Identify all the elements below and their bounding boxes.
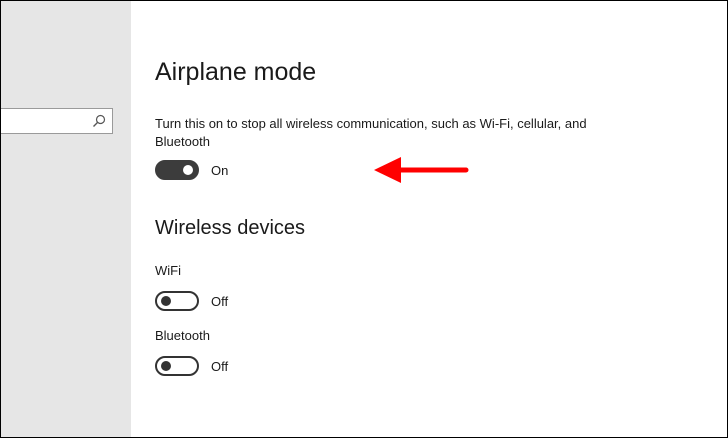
airplane-mode-title: Airplane mode <box>155 58 317 86</box>
sidebar <box>1 1 131 437</box>
wifi-toggle-row: Off <box>155 291 228 311</box>
search-input[interactable] <box>1 108 113 134</box>
bluetooth-toggle[interactable] <box>155 356 199 376</box>
airplane-mode-description: Turn this on to stop all wireless commun… <box>155 116 587 149</box>
bluetooth-toggle-state: Off <box>211 358 229 374</box>
airplane-mode-toggle-state: On <box>211 162 229 178</box>
airplane-mode-toggle-row: On <box>155 160 228 180</box>
red-arrow-icon <box>374 157 469 183</box>
settings-window: Airplane mode Turn this on to stop all w… <box>0 0 728 438</box>
main-content: Airplane mode Turn this on to stop all w… <box>131 1 727 437</box>
bluetooth-toggle-row: Off <box>155 356 228 376</box>
wireless-devices-title: Wireless devices <box>155 217 306 239</box>
toggle-knob <box>183 165 193 175</box>
toggle-knob <box>161 296 171 306</box>
wifi-toggle[interactable] <box>155 291 199 311</box>
search-icon <box>93 114 106 127</box>
toggle-knob <box>161 361 171 371</box>
wifi-toggle-state: Off <box>211 293 229 309</box>
airplane-mode-toggle[interactable] <box>155 160 199 180</box>
bluetooth-label: Bluetooth <box>155 328 210 343</box>
wifi-label: WiFi <box>155 263 181 278</box>
